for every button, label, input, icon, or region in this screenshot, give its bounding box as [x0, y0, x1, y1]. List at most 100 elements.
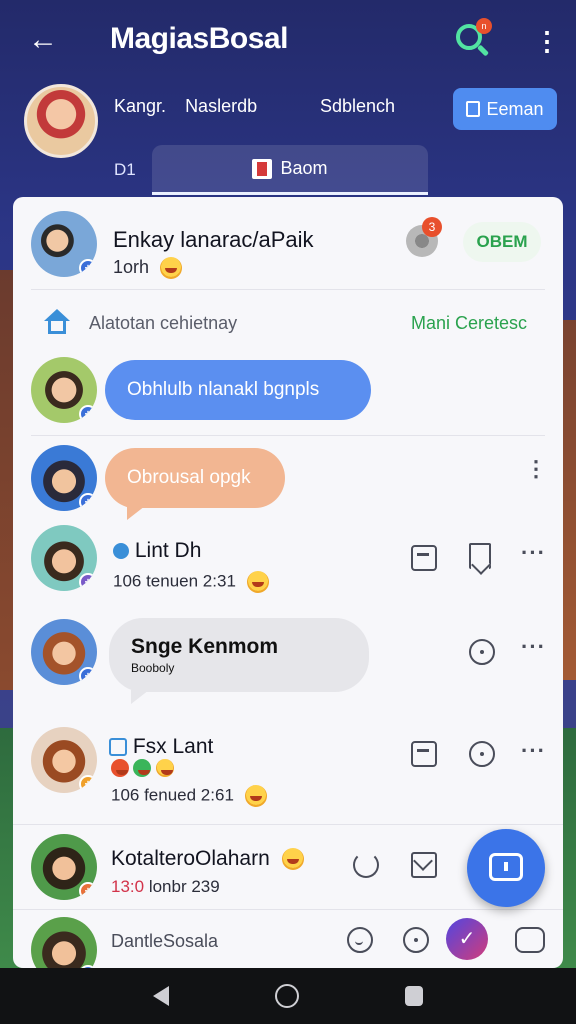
message-bubble[interactable]: Obrousal opgk	[105, 448, 285, 520]
contact-name-row: Lint Dh	[113, 539, 201, 563]
nav-recent-apps-icon[interactable]	[405, 986, 423, 1006]
message-bubble[interactable]: Obhlulb nlanakl bgnpls	[105, 360, 371, 420]
avatar[interactable]: +	[31, 834, 97, 900]
app-title: MagiasBosal	[110, 22, 288, 55]
search-icon-handle	[476, 44, 490, 57]
more-horizontal-icon[interactable]: ···	[521, 540, 546, 566]
home-icon[interactable]	[43, 309, 71, 335]
group-name: Enkay lanarac/aPaik	[113, 227, 314, 252]
message-subtitle: Booboly	[131, 661, 175, 675]
document-icon[interactable]	[411, 741, 437, 767]
divider	[13, 909, 563, 910]
chat-icon[interactable]	[403, 927, 429, 953]
contact-meta-row: 13:0 lonbr 239	[111, 877, 220, 897]
profile-name: Kangr.	[114, 96, 167, 116]
avatar-badge-icon: +	[79, 259, 97, 277]
profile-avatar[interactable]	[24, 84, 98, 158]
settings-icon[interactable]: 3	[406, 217, 442, 257]
avatar-badge-icon: +	[79, 493, 97, 511]
more-vertical-icon[interactable]: ⋮	[525, 458, 547, 480]
profile-subtitle: Naslerdb	[185, 96, 258, 116]
more-options-icon[interactable]: ⋮	[534, 26, 560, 56]
avatar-badge-icon: +	[79, 573, 97, 591]
cta-label: Eeman	[486, 98, 544, 119]
contact-meta: 106 fenued 2:61	[111, 785, 234, 805]
contact-meta: lonbr 239	[148, 877, 220, 896]
gamepad-icon[interactable]	[515, 927, 545, 953]
reaction-emoji-icon	[155, 759, 174, 777]
smile-emoji-icon	[281, 848, 304, 871]
compose-fab-button[interactable]	[467, 829, 545, 907]
house-right-decor	[562, 320, 576, 680]
tab-label: Baom	[280, 158, 328, 178]
search-notification-badge: n	[476, 18, 492, 34]
avatar-badge-icon: +	[79, 405, 97, 423]
contact-name: DantleSosala	[111, 931, 219, 951]
contact-name: Lint Dh	[134, 539, 202, 562]
group-time: 1orh	[113, 257, 150, 277]
tab-baom[interactable]: Baom	[152, 145, 428, 195]
more-horizontal-icon[interactable]: ···	[521, 738, 546, 764]
message-title: Snge Kenmom	[131, 635, 279, 658]
section-action-link[interactable]: Mani Ceretesc	[411, 313, 527, 334]
profile-meta: Kangr. Naslerdb	[114, 96, 271, 117]
smile-emoji-icon	[246, 571, 269, 593]
message-bubble[interactable]: Snge Kenmom Booboly	[109, 618, 369, 704]
contact-name-row: Fsx Lant	[109, 735, 213, 759]
avatar[interactable]: +	[31, 917, 97, 968]
smile-emoji-icon	[160, 257, 183, 280]
nav-home-icon[interactable]	[275, 984, 299, 1008]
contact-meta-row: 106 tenuen 2:31	[113, 571, 269, 593]
group-time-row: 1orh	[113, 257, 183, 280]
contact-meta: 106 tenuen 2:31	[113, 571, 236, 591]
emoji-icon[interactable]	[347, 927, 373, 953]
avatar-badge-icon: +	[79, 667, 97, 685]
nav-back-icon[interactable]	[153, 986, 169, 1006]
smile-emoji-icon	[244, 785, 267, 807]
emoji-row	[111, 759, 174, 777]
contact-card-icon	[109, 738, 127, 757]
refresh-icon[interactable]	[353, 852, 379, 878]
contact-time: 13:0	[111, 877, 145, 896]
contact-name: Fsx Lant	[132, 735, 214, 758]
bookmark-icon[interactable]	[469, 543, 491, 569]
avatar[interactable]: +	[31, 727, 97, 793]
document-icon[interactable]	[411, 545, 437, 571]
info-icon	[113, 543, 129, 560]
profile-link[interactable]: Sdblench	[320, 96, 395, 117]
tab-app-icon	[252, 158, 273, 179]
back-arrow-icon[interactable]: ←	[28, 24, 64, 56]
avatar-badge-icon: +	[79, 882, 97, 900]
section-label: Alatotan cehietnay	[89, 313, 238, 333]
square-icon	[466, 101, 481, 117]
status-pill[interactable]: OBEM	[463, 222, 541, 262]
compose-icon	[489, 853, 523, 881]
avatar[interactable]: +	[31, 619, 97, 685]
tab-d1[interactable]: D1	[114, 160, 136, 180]
reaction-emoji-icon	[133, 759, 152, 777]
edit-icon[interactable]: ✓	[446, 918, 488, 960]
more-horizontal-icon[interactable]: ···	[521, 634, 546, 660]
mail-icon[interactable]	[411, 852, 437, 878]
search-button[interactable]: n	[452, 18, 492, 62]
divider	[31, 435, 545, 436]
chat-icon[interactable]	[469, 639, 495, 665]
reaction-emoji-icon	[111, 759, 129, 777]
top-app-bar: ← MagiasBosal n ⋮	[0, 0, 576, 82]
notification-count-badge: 3	[422, 217, 442, 237]
chat-icon[interactable]	[469, 741, 495, 767]
divider	[13, 824, 563, 825]
contact-meta-row: 106 fenued 2:61	[111, 785, 267, 807]
avatar[interactable]: +	[31, 445, 97, 511]
contact-name-row: KotalteroOlaharn	[111, 847, 304, 871]
contact-name: KotalteroOlaharn	[111, 847, 270, 870]
divider	[31, 289, 545, 290]
home-body	[48, 320, 66, 334]
avatar[interactable]: +	[31, 525, 97, 591]
group-header-row[interactable]: + Enkay lanarac/aPaik 1orh 3 OBEM	[13, 197, 563, 289]
system-nav-bar	[0, 968, 576, 1024]
avatar: +	[31, 211, 97, 277]
avatar-badge-icon: +	[79, 775, 97, 793]
avatar[interactable]: +	[31, 357, 97, 423]
cta-button[interactable]: Eeman	[453, 88, 557, 130]
